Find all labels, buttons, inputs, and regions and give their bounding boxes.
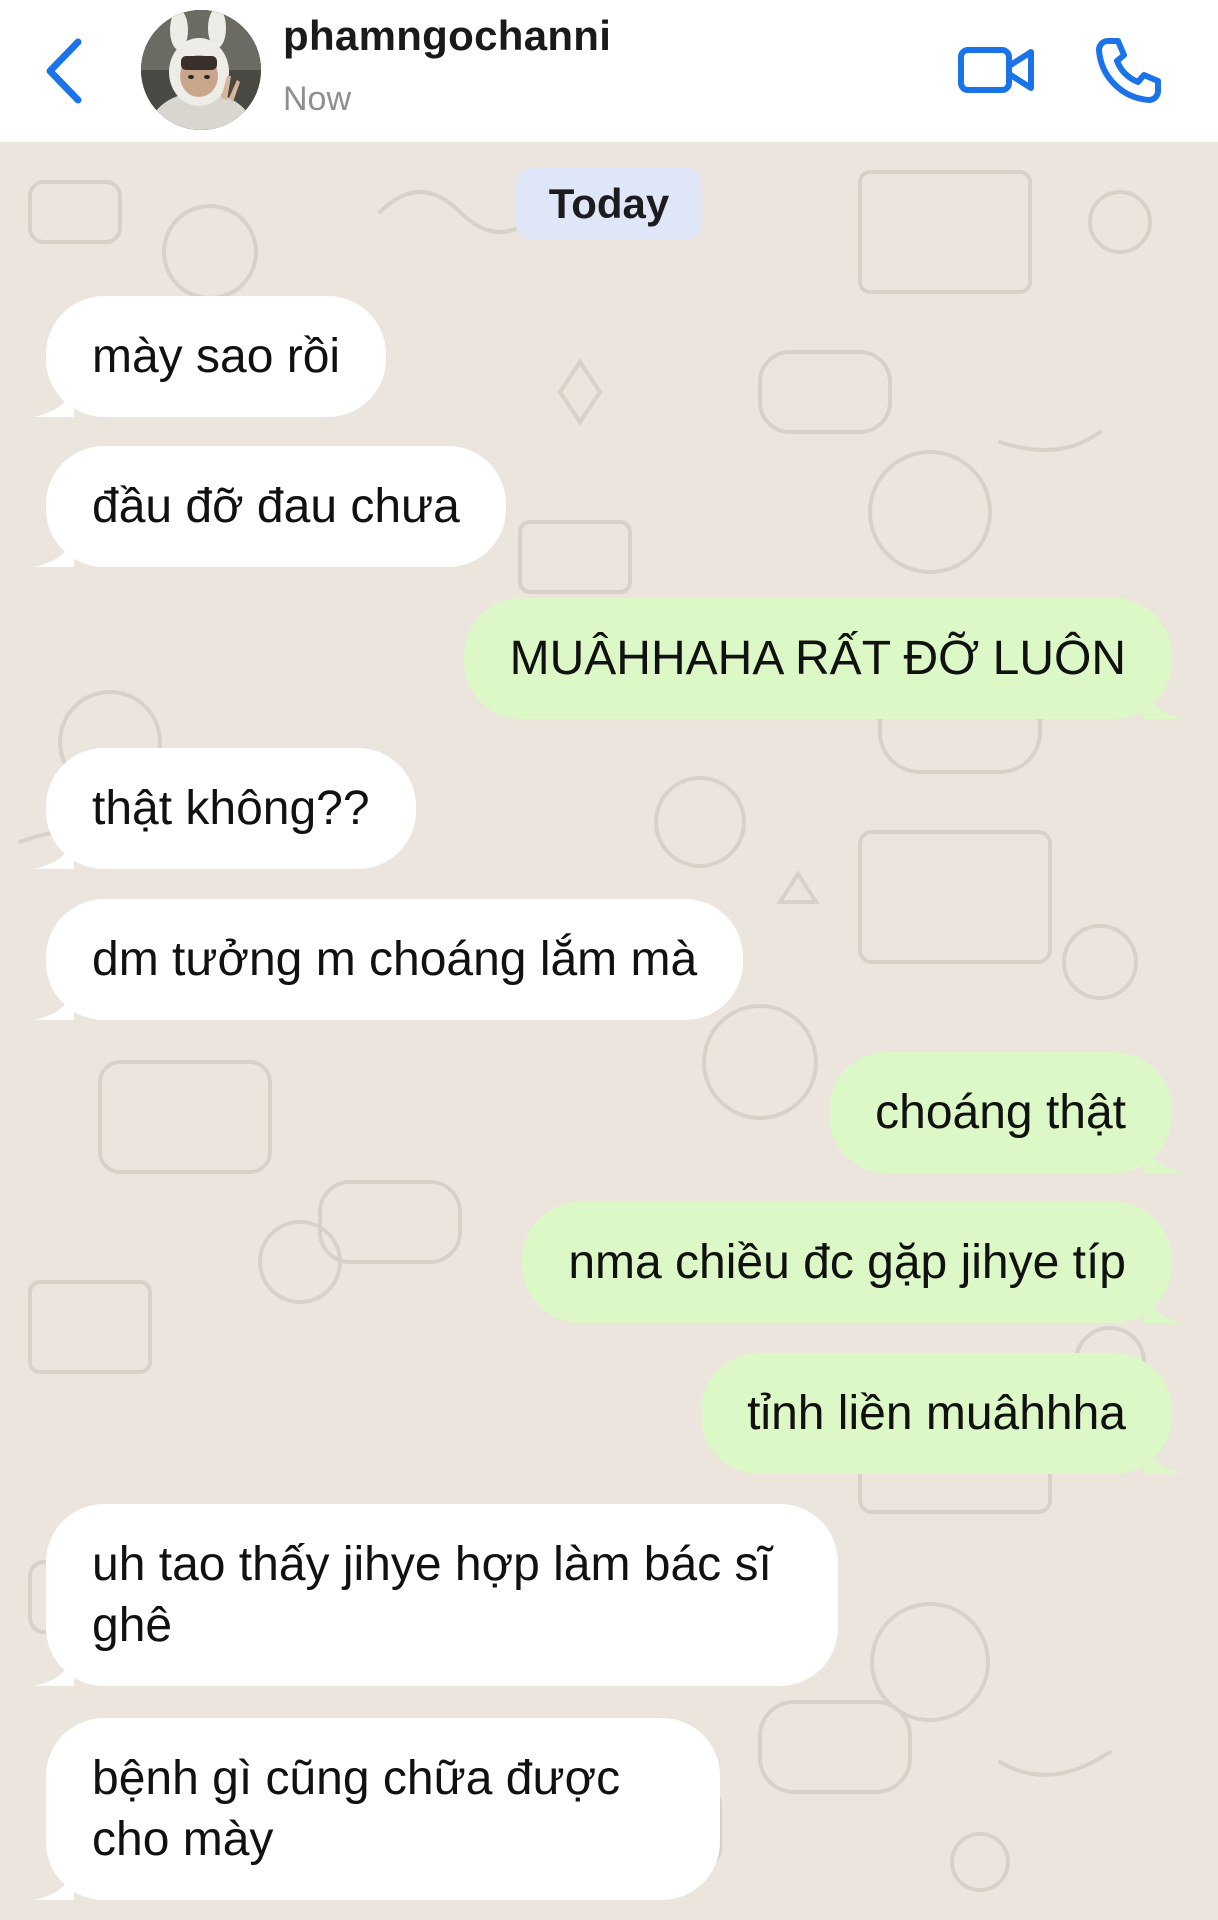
chat-area[interactable]: Today mày sao rồi đầu đỡ đau chưa MUÂHHA… <box>0 142 1218 1920</box>
message-bubble-incoming[interactable]: thật không?? <box>46 748 416 869</box>
voice-call-button[interactable] <box>1084 30 1174 110</box>
message-bubble-incoming[interactable]: mày sao rồi <box>46 296 387 417</box>
chat-header: phamngochanni Now <box>0 0 1218 142</box>
message-bubble-incoming[interactable]: uh tao thấy jihye hợp làm bác sĩ ghê <box>46 1504 838 1686</box>
contact-name[interactable]: phamngochanni <box>283 12 611 60</box>
avatar[interactable] <box>141 10 261 130</box>
video-camera-icon <box>958 47 1034 93</box>
back-button[interactable] <box>36 26 92 116</box>
date-separator: Today <box>516 168 702 240</box>
message-bubble-incoming[interactable]: dm tưởng m choáng lắm mà <box>46 899 744 1020</box>
phone-icon <box>1096 38 1161 103</box>
message-bubble-outgoing[interactable]: tỉnh liền muâhhha <box>701 1353 1172 1474</box>
contact-status: Now <box>283 80 352 118</box>
message-bubble-incoming[interactable]: đầu đỡ đau chưa <box>46 446 506 567</box>
chevron-left-icon <box>46 38 82 104</box>
video-call-button[interactable] <box>952 30 1042 110</box>
message-bubble-incoming[interactable]: bệnh gì cũng chữa được cho mày <box>46 1718 720 1900</box>
message-bubble-outgoing[interactable]: MUÂHHAHA RẤT ĐỠ LUÔN <box>463 598 1172 719</box>
message-bubble-outgoing[interactable]: choáng thật <box>829 1052 1172 1173</box>
message-bubble-outgoing[interactable]: nma chiều đc gặp jihye típ <box>522 1202 1172 1323</box>
